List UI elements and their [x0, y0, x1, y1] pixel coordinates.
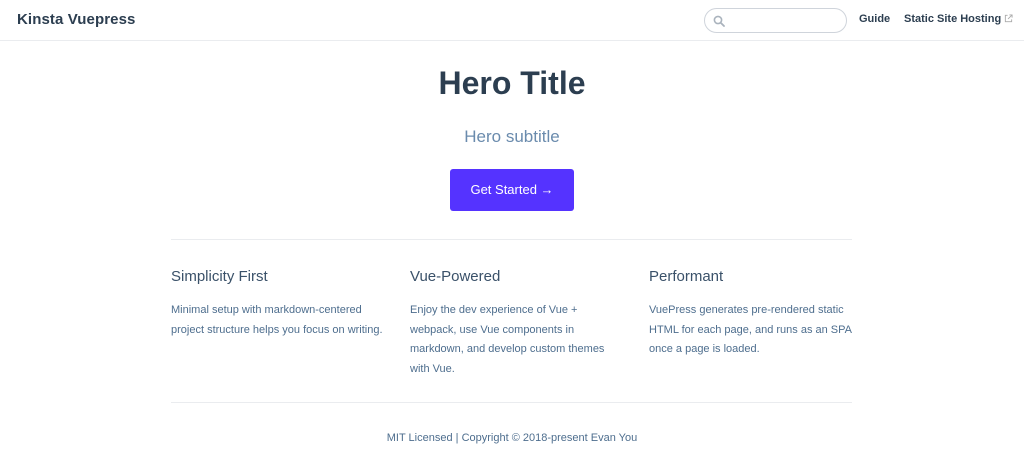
feature-vue-powered: Vue-Powered Enjoy the dev experience of … [410, 267, 622, 379]
search-box[interactable] [704, 8, 847, 33]
feature-title: Performant [649, 268, 724, 285]
divider [171, 239, 852, 240]
hero-title: Hero Title [438, 65, 586, 101]
divider [171, 402, 852, 403]
external-link-icon [1005, 14, 1013, 23]
footer: MIT Licensed | Copyright © 2018-present … [386, 432, 638, 444]
site-name-link[interactable]: Kinsta Vuepress [17, 11, 136, 28]
feature-description: VuePress generates pre-rendered static H… [649, 304, 852, 355]
get-started-button[interactable]: Get Started → [450, 169, 574, 211]
nav-link-label: Guide [859, 13, 891, 25]
search-input[interactable] [727, 11, 842, 30]
search-icon [713, 15, 725, 27]
nav-link-static-site-hosting[interactable]: Static Site Hosting [904, 13, 1013, 25]
feature-performant: Performant VuePress generates pre-render… [649, 267, 861, 360]
feature-simplicity: Simplicity First Minimal setup with mark… [171, 267, 383, 340]
feature-description: Enjoy the dev experience of Vue + webpac… [410, 304, 605, 375]
nav-link-guide[interactable]: Guide [859, 13, 890, 25]
feature-title: Simplicity First [171, 268, 268, 285]
navbar: Kinsta Vuepress Guide Static Site Hostin… [0, 0, 1024, 41]
nav-link-label: Static Site Hosting [904, 13, 1002, 25]
feature-description: Minimal setup with markdown-centered pro… [171, 304, 383, 336]
feature-title: Vue-Powered [410, 268, 501, 285]
hero-subtitle: Hero subtitle [464, 127, 560, 146]
